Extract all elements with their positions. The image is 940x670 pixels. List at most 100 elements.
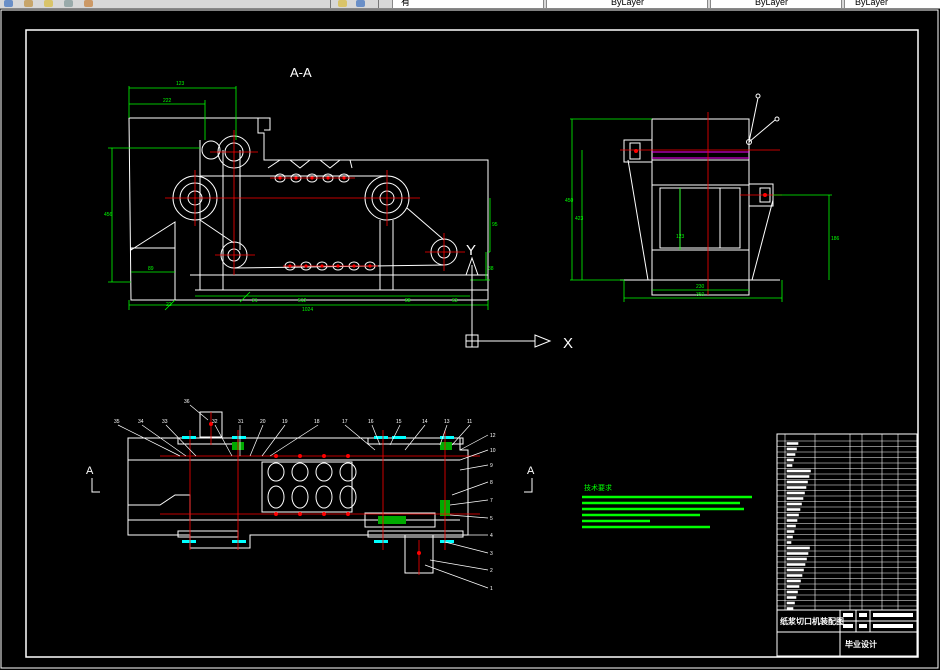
parts-list-row-text bbox=[786, 486, 807, 489]
color-dropdown[interactable]: ByLayer bbox=[546, 0, 708, 8]
section-view-aa: A-A 123222 45689 512 88 631024 9538 2221 bbox=[104, 65, 498, 313]
svg-text:11: 11 bbox=[467, 419, 472, 425]
svg-text:38: 38 bbox=[488, 266, 494, 272]
parts-list-row-text bbox=[786, 524, 796, 528]
parts-list-row-text bbox=[786, 502, 802, 506]
parts-list-row-text bbox=[786, 535, 793, 539]
svg-text:88: 88 bbox=[405, 298, 411, 304]
svg-text:1: 1 bbox=[490, 586, 493, 592]
parts-list-row-text bbox=[786, 557, 807, 561]
svg-text:15: 15 bbox=[396, 419, 402, 425]
parts-list-row-text bbox=[786, 579, 801, 583]
layer-icon[interactable] bbox=[4, 0, 13, 7]
save-icon[interactable] bbox=[24, 0, 33, 7]
title-block-name: 纸浆切口机装配图 bbox=[780, 616, 844, 626]
svg-text:10: 10 bbox=[490, 448, 496, 454]
section-mark-right: A bbox=[527, 465, 535, 477]
layer-state-icon[interactable] bbox=[338, 0, 347, 7]
drawing-canvas[interactable]: A-A 123222 45689 512 88 631024 9538 2221… bbox=[0, 9, 940, 670]
folder-icon[interactable] bbox=[44, 0, 53, 7]
svg-text:14: 14 bbox=[422, 419, 428, 425]
svg-text:19: 19 bbox=[282, 419, 288, 425]
toolbar: 有 ByLayer ByLayer ByLayer bbox=[0, 0, 940, 9]
svg-text:230: 230 bbox=[696, 284, 705, 290]
parts-list-row-text bbox=[786, 552, 809, 555]
svg-text:350: 350 bbox=[696, 292, 705, 298]
parts-list-row-text bbox=[786, 568, 804, 572]
parts-list-row-text bbox=[786, 442, 799, 445]
parts-list-row-text bbox=[786, 601, 795, 605]
svg-text:512: 512 bbox=[298, 298, 307, 304]
svg-text:32: 32 bbox=[212, 419, 218, 425]
svg-text:36: 36 bbox=[184, 399, 190, 405]
parts-list-row-text bbox=[786, 574, 803, 577]
tech-req-title: 技术要求 bbox=[584, 483, 612, 492]
parts-list-row-text bbox=[786, 508, 801, 511]
parts-list-row-text bbox=[786, 546, 810, 550]
svg-text:423: 423 bbox=[575, 216, 584, 222]
lineweight-dropdown[interactable]: ByLayer bbox=[844, 0, 940, 8]
svg-text:8: 8 bbox=[490, 480, 493, 486]
parts-list-row-text bbox=[786, 497, 804, 500]
parts-list-row-text bbox=[786, 590, 798, 594]
parts-list-row-text bbox=[786, 607, 794, 610]
svg-text:13: 13 bbox=[444, 419, 450, 425]
svg-text:450: 450 bbox=[565, 198, 574, 204]
lineweight-value: ByLayer bbox=[855, 0, 889, 7]
section-title: A-A bbox=[290, 65, 312, 80]
svg-text:18: 18 bbox=[314, 419, 320, 425]
parts-list-row-text bbox=[786, 530, 795, 533]
parts-list-row-text bbox=[786, 453, 796, 456]
svg-text:456: 456 bbox=[104, 212, 113, 218]
parts-list-row-text bbox=[786, 541, 792, 544]
side-view: 450 423 230 350 186 123 bbox=[565, 93, 840, 302]
print-icon[interactable] bbox=[64, 0, 73, 7]
axis-y-label: Y bbox=[466, 242, 476, 259]
linetype-value: ByLayer bbox=[755, 0, 789, 7]
svg-text:16: 16 bbox=[368, 419, 374, 425]
parts-list-row-text bbox=[786, 513, 799, 517]
section-mark-left: A bbox=[86, 465, 94, 477]
svg-text:17: 17 bbox=[342, 419, 348, 425]
svg-text:9: 9 bbox=[490, 463, 493, 469]
parts-list-row-text bbox=[786, 464, 793, 467]
parts-list-row-text bbox=[786, 469, 811, 473]
svg-text:63: 63 bbox=[452, 298, 458, 304]
svg-text:186: 186 bbox=[831, 236, 840, 242]
svg-text:123: 123 bbox=[176, 81, 185, 87]
layer-dropdown[interactable]: 有 bbox=[392, 0, 544, 8]
svg-text:3: 3 bbox=[490, 551, 493, 557]
svg-text:33: 33 bbox=[162, 419, 168, 425]
technical-requirements: 技术要求 bbox=[582, 483, 752, 529]
svg-text:5: 5 bbox=[490, 516, 493, 522]
parts-list-row-text bbox=[786, 585, 800, 588]
parts-list-row-text bbox=[786, 519, 798, 522]
svg-text:22: 22 bbox=[166, 302, 172, 308]
title-block: 纸浆切口机装配图 毕业设计 bbox=[776, 433, 918, 657]
parts-list-row-text bbox=[786, 596, 797, 599]
parts-list-row-text bbox=[786, 491, 805, 495]
properties-icon[interactable] bbox=[84, 0, 93, 7]
svg-text:1024: 1024 bbox=[302, 307, 313, 313]
color-value: ByLayer bbox=[611, 0, 645, 7]
ucs-axis-icon bbox=[465, 256, 552, 348]
svg-text:2: 2 bbox=[490, 568, 493, 574]
title-block-school: 毕业设计 bbox=[845, 639, 877, 649]
layer-prev-icon[interactable] bbox=[356, 0, 365, 7]
svg-text:31: 31 bbox=[238, 419, 244, 425]
svg-text:222: 222 bbox=[163, 98, 172, 104]
linetype-dropdown[interactable]: ByLayer bbox=[710, 0, 842, 8]
svg-text:7: 7 bbox=[490, 498, 493, 504]
axis-x-label: X bbox=[563, 335, 573, 352]
parts-list-row-text bbox=[786, 447, 797, 451]
svg-text:123: 123 bbox=[676, 234, 685, 240]
layer-state-label: 有 bbox=[401, 0, 411, 7]
plan-view: 3635 34 33 32 31 20 19 18 17 16 15 14 13 11 12109… bbox=[91, 399, 533, 592]
svg-text:20: 20 bbox=[260, 419, 266, 425]
svg-text:4: 4 bbox=[490, 533, 493, 539]
svg-text:21: 21 bbox=[252, 298, 258, 304]
svg-text:12: 12 bbox=[490, 433, 496, 439]
parts-list-row-text bbox=[786, 458, 794, 462]
svg-text:35: 35 bbox=[114, 419, 120, 425]
parts-list-row-text bbox=[786, 563, 806, 566]
